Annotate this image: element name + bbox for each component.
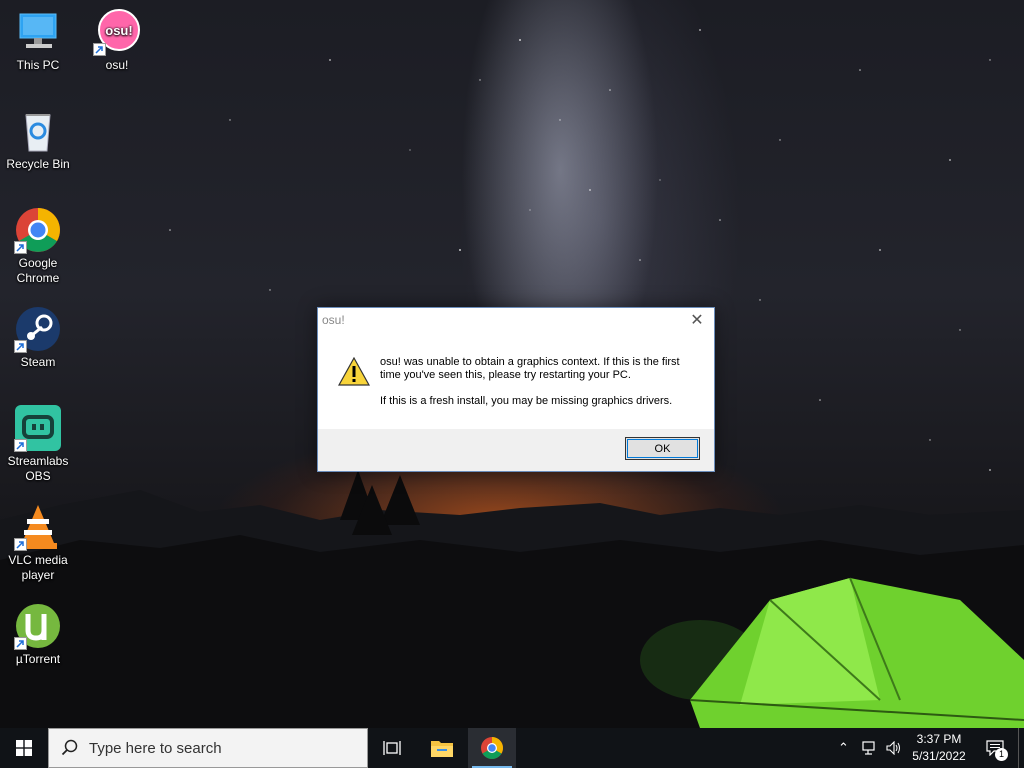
shortcut-arrow-icon [14,340,27,353]
clock-time: 3:37 PM [916,732,962,746]
desktop-icon-vlc[interactable]: VLC media player [0,503,76,583]
taskbar-chrome[interactable] [468,728,516,768]
clock-date: 5/31/2022 [912,749,966,763]
search-box[interactable]: Type here to search [48,728,368,768]
notification-count-badge: 1 [995,748,1008,761]
desktop-icon-label: This PC [16,58,60,72]
network-icon [862,741,875,755]
desktop-icon-label: osu! [105,58,129,72]
dialog-message-line1: osu! was unable to obtain a graphics con… [380,356,680,381]
close-button[interactable]: ✕ [682,308,712,332]
volume-icon [886,741,900,755]
desktop-icon-steam[interactable]: Steam [0,305,76,370]
osu-error-dialog: osu! ✕ osu! was unable to obtain a graph… [317,307,715,472]
show-hidden-icons-button[interactable]: ⌃ [838,728,856,768]
search-placeholder: Type here to search [89,739,222,757]
dialog-message-line2: If this is a fresh install, you may be m… [380,395,673,407]
chevron-up-icon: ⌃ [838,740,849,755]
taskbar: Type here to search ⌃ 3:37 PM 5/31/2022 … [0,728,1024,768]
ok-button[interactable]: OK [625,437,700,460]
start-button[interactable] [0,728,48,768]
dialog-message: osu! was unable to obtain a graphics con… [380,356,700,408]
desktop-icon-label: Recycle Bin [6,157,70,171]
folder-icon [431,741,453,757]
shortcut-arrow-icon [14,637,27,650]
desktop-icon-label: Google Chrome [16,256,60,285]
chrome-icon [14,206,62,254]
shortcut-arrow-icon [14,241,27,254]
steam-icon [14,305,62,353]
desktop-icon-utorrent[interactable]: µTorrent [0,602,76,667]
desktop-icon-label: Steam [20,355,56,369]
clock[interactable]: 3:37 PM 5/31/2022 [910,731,968,765]
dialog-title: osu! [322,313,345,327]
shortcut-arrow-icon [14,439,27,452]
warning-icon [337,356,371,387]
desktop-icon-label: µTorrent [15,652,61,666]
volume-button[interactable] [886,728,904,768]
utorrent-icon [14,602,62,650]
desktop-icon-label: Streamlabs OBS [7,454,69,483]
show-desktop-button[interactable] [1018,728,1019,768]
action-center-button[interactable]: 1 [978,728,1012,768]
chrome-icon [481,737,503,759]
desktop-icon-streamlabs-obs[interactable]: Streamlabs OBS [0,404,76,484]
windows-icon [16,740,32,756]
desktop-icon-google-chrome[interactable]: Google Chrome [0,206,76,286]
computer-icon [14,8,62,56]
task-view-button[interactable] [368,728,416,768]
desktop-icon-osu[interactable]: osu! osu! [79,8,155,73]
shortcut-arrow-icon [93,43,106,56]
shortcut-arrow-icon [14,538,27,551]
search-icon [61,739,78,756]
recycle-bin-icon [14,107,62,155]
streamlabs-icon [14,404,62,452]
task-view-icon [383,741,401,755]
close-icon: ✕ [690,312,704,329]
taskbar-file-explorer[interactable] [418,728,466,768]
desktop-icon-recycle-bin[interactable]: Recycle Bin [0,107,76,172]
dialog-titlebar[interactable]: osu! ✕ [318,308,714,332]
desktop-icon-label: VLC media player [8,553,68,582]
vlc-icon [14,503,62,551]
network-button[interactable] [862,728,880,768]
svg-text:osu!: osu! [105,23,132,38]
osu-icon: osu! [93,8,141,56]
desktop-icon-this-pc[interactable]: This PC [0,8,76,73]
dialog-footer: OK [318,429,714,471]
